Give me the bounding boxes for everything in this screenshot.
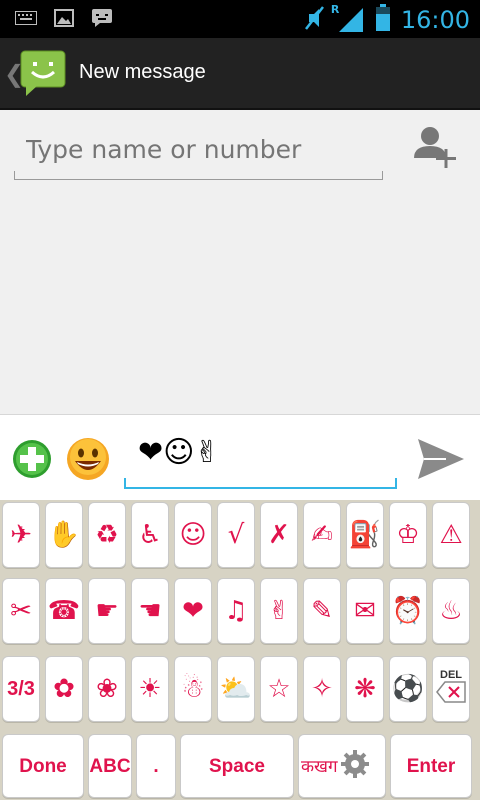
notification-icons [14, 6, 114, 30]
emoji-key[interactable]: ✍ [303, 502, 341, 568]
delete-label: DEL [440, 669, 462, 681]
emoji-key[interactable]: ♻ [88, 502, 126, 568]
delete-key[interactable]: DEL [432, 656, 470, 722]
emoji-key[interactable]: ✌ [260, 578, 298, 644]
emoji-key[interactable]: ☆ [260, 656, 298, 722]
emoji-key[interactable]: ☛ [88, 578, 126, 644]
gear-icon [340, 749, 370, 783]
done-key[interactable]: Done [2, 734, 84, 798]
emoji-key[interactable]: ☚ [131, 578, 169, 644]
page-indicator-key[interactable]: 3/3 [2, 656, 40, 722]
recipient-field[interactable] [14, 120, 383, 180]
hindi-label: कखग [301, 756, 338, 776]
emoji-keyboard: ✈ ✋ ♻ ♿ ☺ √ ✗ ✍ ⛽ ♔ ⚠ ✂ ☎ ☛ ☚ ❤ ♫ ✌ ✎ ✉ ⏰ ♨ 3/3 ✿ ❀ ☀ ☃ ⛅ ☆ ✧ ❋ ⚽ DEL Do… [0, 500, 480, 800]
enter-key[interactable]: Enter [390, 734, 472, 798]
mute-icon [303, 5, 325, 35]
emoji-key[interactable]: ✗ [260, 502, 298, 568]
emoji-key[interactable]: ☃ [174, 656, 212, 722]
emoji-key[interactable]: ☀ [131, 656, 169, 722]
send-icon[interactable] [416, 437, 466, 481]
messaging-app-icon[interactable] [20, 50, 66, 96]
add-contact-icon[interactable] [412, 124, 458, 170]
emoji-key[interactable]: ❋ [346, 656, 384, 722]
recipients-area [0, 110, 480, 414]
recipient-input[interactable] [14, 120, 383, 179]
emoji-key[interactable]: ☎ [45, 578, 83, 644]
message-input[interactable]: ❤☺✌ [124, 433, 397, 489]
emoji-key[interactable]: ✉ [346, 578, 384, 644]
emoji-key[interactable]: ✈ [2, 502, 40, 568]
battery-icon [375, 4, 391, 36]
emoji-key[interactable]: ♔ [389, 502, 427, 568]
emoji-key[interactable]: ❤ [174, 578, 212, 644]
clock: 16:00 [400, 6, 470, 34]
space-key[interactable]: Space [180, 734, 294, 798]
emoji-key[interactable]: ✎ [303, 578, 341, 644]
emoji-key[interactable]: ⛽ [346, 502, 384, 568]
emoji-face-icon[interactable] [66, 437, 110, 481]
message-text: ❤☺✌ [138, 435, 220, 470]
emoji-key[interactable]: ☺ [174, 502, 212, 568]
emoji-key[interactable]: ♨ [432, 578, 470, 644]
emoji-key[interactable]: ✂ [2, 578, 40, 644]
image-icon [52, 6, 76, 30]
message-icon [90, 6, 114, 30]
backspace-icon [436, 681, 466, 708]
system-icons: R 16:00 [303, 3, 470, 36]
emoji-key[interactable]: ✋ [45, 502, 83, 568]
abc-key[interactable]: ABC [88, 734, 132, 798]
emoji-key[interactable]: ❀ [88, 656, 126, 722]
compose-bar: ❤☺✌ [0, 414, 480, 500]
emoji-key[interactable]: ⚠ [432, 502, 470, 568]
page-title: New message [79, 61, 206, 83]
emoji-key[interactable]: √ [217, 502, 255, 568]
emoji-key[interactable]: ✧ [303, 656, 341, 722]
emoji-key[interactable]: ♿ [131, 502, 169, 568]
period-key[interactable]: . [136, 734, 176, 798]
emoji-key[interactable]: ✿ [45, 656, 83, 722]
keyboard-icon [14, 6, 38, 30]
add-attachment-icon[interactable] [12, 439, 52, 479]
emoji-key[interactable]: ⏰ [389, 578, 427, 644]
roaming-signal-icon: R [331, 3, 365, 34]
language-settings-key[interactable]: कखग [298, 734, 386, 798]
action-bar: ❮ New message [0, 38, 480, 110]
emoji-key[interactable]: ⚽ [389, 656, 427, 722]
emoji-key[interactable]: ⛅ [217, 656, 255, 722]
emoji-key[interactable]: ♫ [217, 578, 255, 644]
status-bar: R 16:00 [0, 0, 480, 38]
